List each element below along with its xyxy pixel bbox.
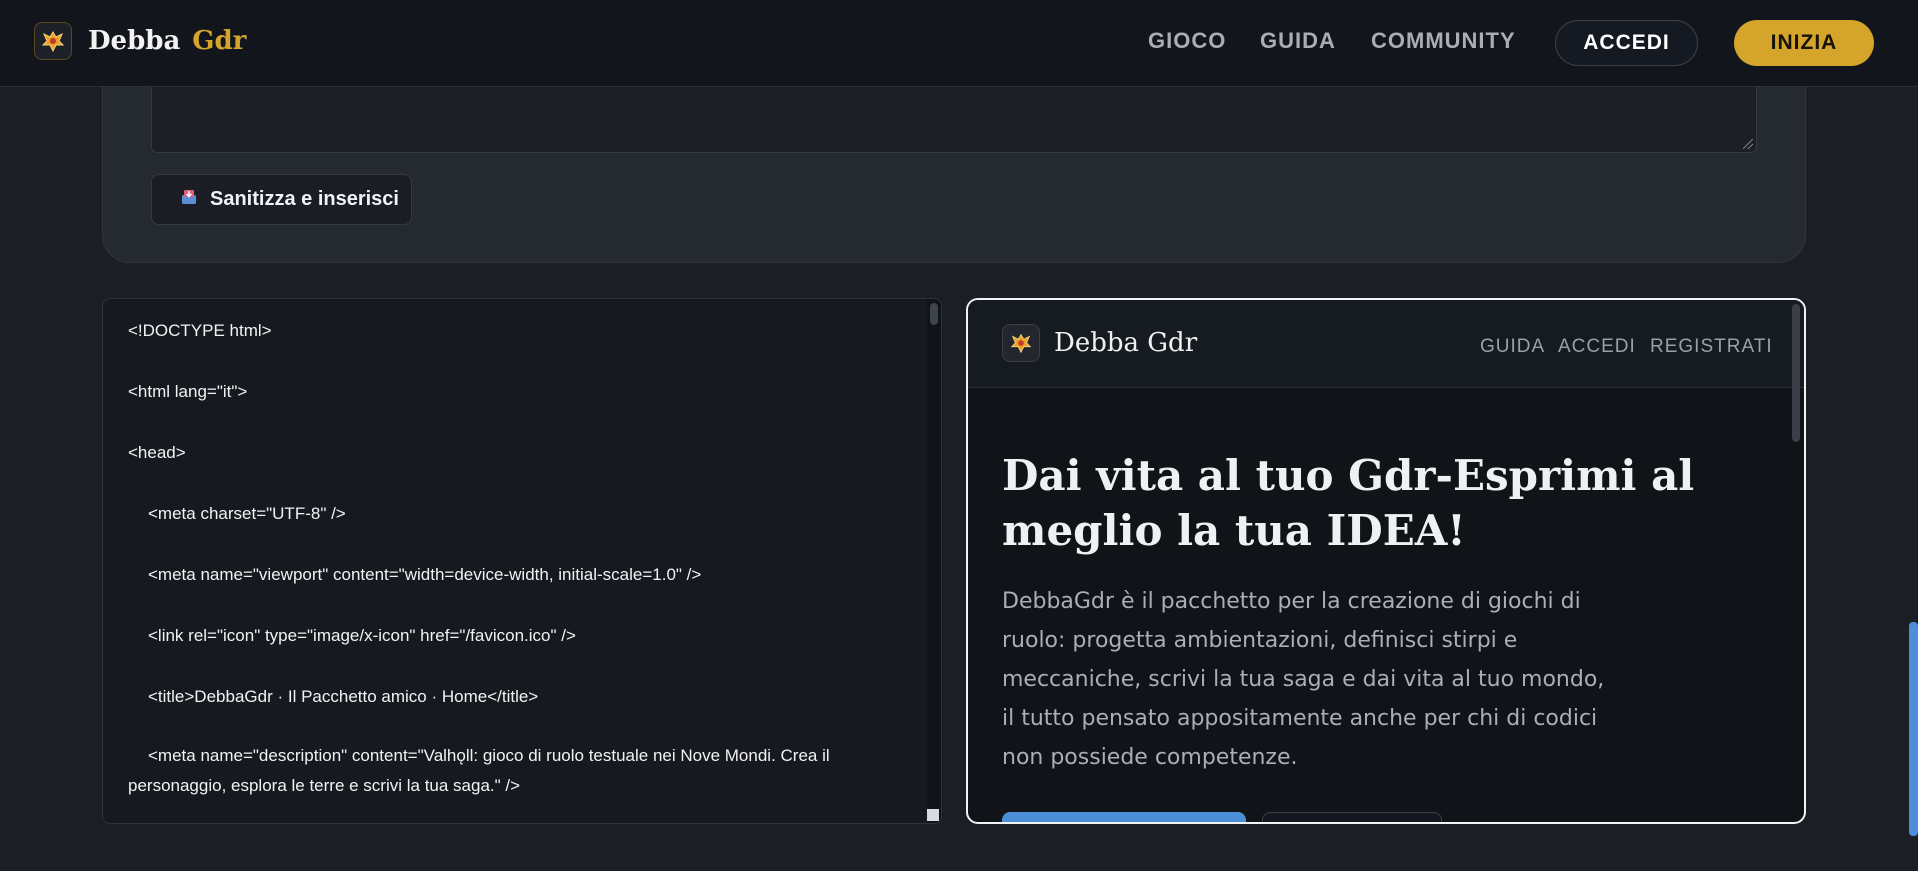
preview-logo-icon: [1002, 324, 1040, 362]
code-line: <meta name="description" content="Valhǫl…: [128, 746, 830, 795]
preview-hero-description: DebbaGdr è il pacchetto per la creazione…: [1002, 589, 1605, 770]
logo-icon: [34, 22, 72, 60]
code-line: <meta name="viewport" content="width=dev…: [148, 565, 702, 584]
preview-hero-title: Dai vita al tuo Gdr-Esprimi al meglio la…: [1002, 451, 1695, 555]
code-output-panel[interactable]: <!DOCTYPE html> <html lang="it"> <head> …: [102, 298, 942, 824]
code-line: <html lang="it">: [128, 382, 248, 401]
sanitize-insert-button[interactable]: Sanitizza e inserisci: [151, 174, 412, 225]
preview-secondary-button[interactable]: [1262, 812, 1442, 822]
top-navbar: Debba Gdr GIOCO GUIDA COMMUNITY ACCEDI IN…: [0, 0, 1918, 87]
code-resize-grip-icon[interactable]: [927, 809, 939, 821]
accedi-button[interactable]: ACCEDI: [1555, 20, 1698, 66]
preview-brand[interactable]: Debba Gdr: [1054, 328, 1197, 358]
preview-header: Debba Gdr GUIDA ACCEDI REGISTRATI: [968, 300, 1804, 388]
code-scrollbar[interactable]: [927, 299, 941, 823]
brand[interactable]: Debba Gdr: [34, 22, 246, 60]
preview-nav-registrati[interactable]: REGISTRATI: [1650, 336, 1773, 358]
brand-name-primary: Debba: [88, 26, 181, 56]
preview-scrollbar-thumb[interactable]: [1792, 304, 1800, 442]
nav-gioco[interactable]: GIOCO: [1148, 28, 1226, 54]
code-line: <!DOCTYPE html>: [128, 321, 272, 340]
resize-grip-icon[interactable]: [1743, 139, 1753, 149]
code-line: <meta charset="UTF-8" />: [148, 504, 346, 523]
page-scrollbar-thumb[interactable]: [1909, 622, 1918, 836]
nav-community[interactable]: COMMUNITY: [1371, 28, 1516, 54]
code-line: <head>: [128, 443, 186, 462]
inizia-button[interactable]: INIZIA: [1734, 20, 1874, 66]
code-line: <link rel="icon" type="image/x-icon" hre…: [148, 626, 576, 645]
live-preview-panel: Debba Gdr GUIDA ACCEDI REGISTRATI Dai vi…: [966, 298, 1806, 824]
sanitize-insert-label: Sanitizza e inserisci: [210, 188, 399, 210]
nav-guida[interactable]: GUIDA: [1260, 28, 1336, 54]
preview-primary-button[interactable]: [1002, 812, 1246, 822]
preview-nav-guida[interactable]: GUIDA: [1480, 336, 1545, 358]
brand-name-accent: Gdr: [192, 26, 247, 56]
preview-nav-accedi[interactable]: ACCEDI: [1558, 336, 1636, 358]
code-line: <title>DebbaGdr · Il Pacchetto amico · H…: [148, 687, 539, 706]
inbox-tray-icon: [180, 188, 198, 211]
code-scrollbar-thumb[interactable]: [930, 303, 938, 325]
